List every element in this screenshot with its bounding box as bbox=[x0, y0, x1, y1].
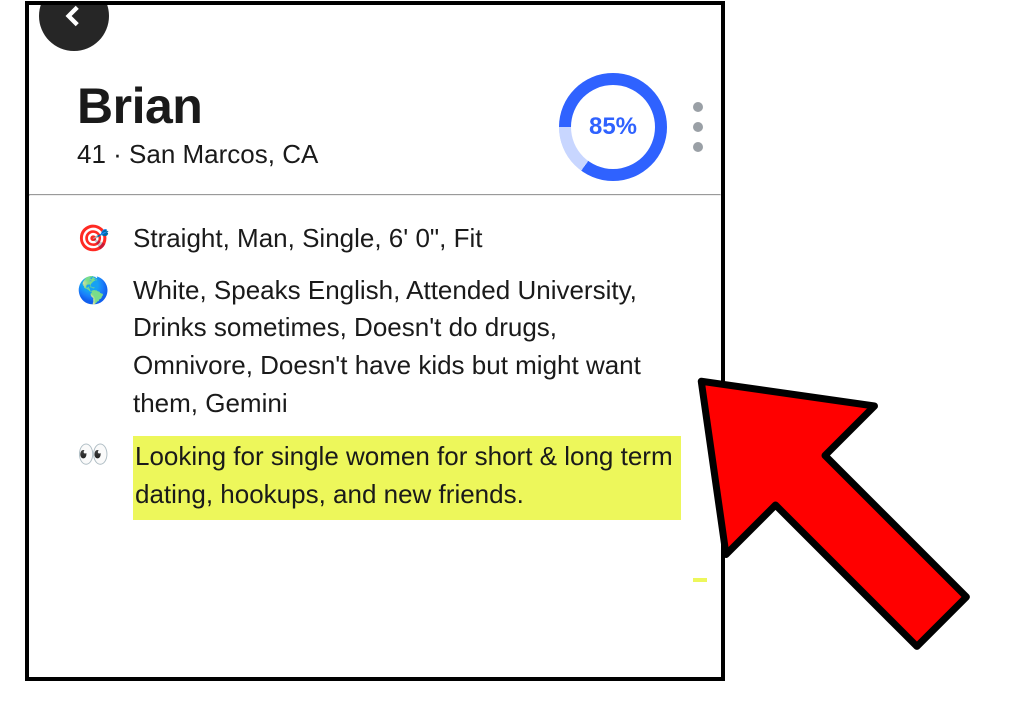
more-options-button[interactable] bbox=[689, 98, 707, 156]
match-percentage-ring[interactable]: 85% bbox=[559, 73, 667, 181]
arrow-icon bbox=[627, 307, 1016, 696]
match-percentage-value: 85% bbox=[571, 85, 655, 169]
target-icon: 🎯 bbox=[77, 220, 109, 258]
kebab-dot-icon bbox=[693, 122, 703, 132]
profile-header: Brian 41 · San Marcos, CA 85% bbox=[29, 5, 721, 194]
eyes-icon: 👀 bbox=[77, 436, 109, 474]
details-row-looking-for: 👀 Looking for single women for short & l… bbox=[77, 436, 681, 519]
annotation-arrow bbox=[620, 300, 1027, 710]
globe-icon: 🌎 bbox=[77, 272, 109, 310]
background-text: White, Speaks English, Attended Universi… bbox=[133, 272, 681, 423]
back-button[interactable] bbox=[39, 1, 109, 51]
chevron-left-icon bbox=[61, 3, 87, 29]
kebab-dot-icon bbox=[693, 142, 703, 152]
details-row-basics: 🎯 Straight, Man, Single, 6' 0", Fit bbox=[77, 220, 681, 258]
kebab-dot-icon bbox=[693, 102, 703, 112]
details-row-background: 🌎 White, Speaks English, Attended Univer… bbox=[77, 272, 681, 423]
looking-for-text: Looking for single women for short & lon… bbox=[133, 436, 681, 519]
profile-details: 🎯 Straight, Man, Single, 6' 0", Fit 🌎 Wh… bbox=[29, 196, 721, 558]
basics-text: Straight, Man, Single, 6' 0", Fit bbox=[133, 220, 681, 258]
